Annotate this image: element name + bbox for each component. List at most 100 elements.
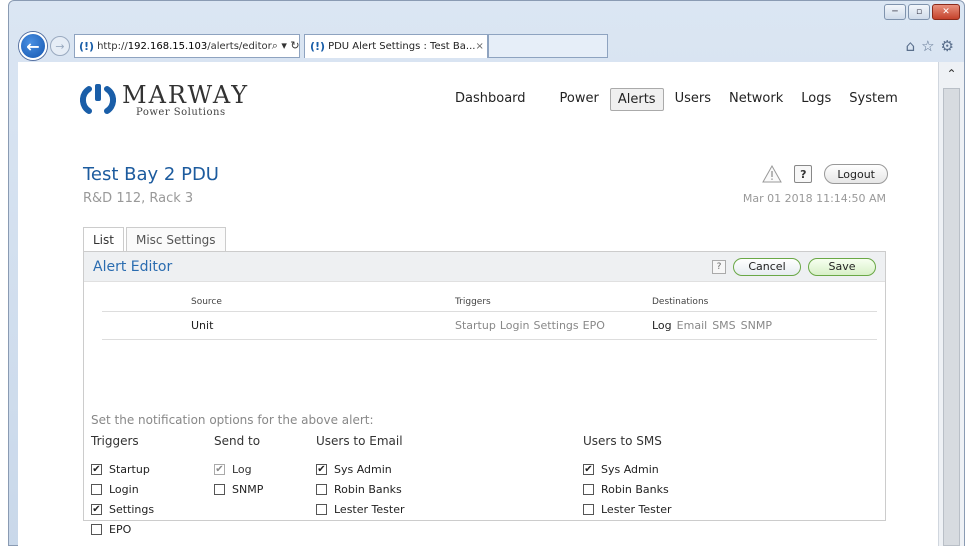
forward-button[interactable]: → [50,36,70,56]
checkbox-trigger-settings[interactable]: ✔ Settings [91,499,154,519]
checkbox-sms-robin-banks[interactable]: Robin Banks [583,479,672,499]
minimize-button[interactable]: ─ [884,4,906,20]
alert-table: Source Triggers Destinations Unit Startu… [102,292,877,340]
checkbox-sms-sys-admin[interactable]: ✔ Sys Admin [583,459,672,479]
nav-dashboard[interactable]: Dashboard [448,88,533,111]
logo-title: MARWAY [122,80,250,109]
nav-logs[interactable]: Logs [794,88,838,111]
checkbox-icon[interactable] [583,503,594,515]
header-triggers: Triggers [455,296,491,307]
triggers-heading: Triggers [91,434,139,448]
nav-alerts[interactable]: Alerts [609,88,664,111]
cancel-button[interactable]: Cancel [733,257,801,276]
save-button[interactable]: Save [808,257,876,276]
users-sms-heading: Users to SMS [583,434,662,448]
users-sms-group: Users to SMS ✔ Sys Admin Robin Banks Les… [583,434,672,519]
alert-editor-panel: Alert Editor ? Cancel Save Source Trigge… [83,251,886,536]
vertical-scrollbar[interactable]: ⌃ [938,62,964,546]
tab-power-icon: (!) [310,40,326,53]
tab-close-icon[interactable]: × [475,41,483,52]
checkbox-label: Sys Admin [334,462,392,476]
destination-log: Log [652,319,672,332]
address-tools-icon[interactable]: ⌕ ▾ ↻ [272,39,299,53]
header-actions: ? Logout [762,164,888,184]
destination-sms: SMS [712,319,736,332]
url-path: /alerts/editor [207,40,272,52]
header-destinations: Destinations [652,296,709,307]
window-controls: ─ ▫ ✕ [884,4,960,20]
send-to-group: Send to ✔ Log SNMP [214,434,263,499]
trigger-epo: EPO [582,319,605,332]
tab-misc-settings[interactable]: Misc Settings [125,227,226,251]
settings-gear-icon[interactable]: ⚙ [941,37,954,55]
favorites-star-icon[interactable]: ☆ [921,37,934,55]
send-to-heading: Send to [214,434,261,448]
checkbox-icon[interactable] [214,483,225,495]
trigger-settings: Settings [533,319,579,332]
checkbox-sms-lester-tester[interactable]: Lester Tester [583,499,672,519]
checkbox-icon[interactable]: ✔ [91,463,102,475]
browser-tab[interactable]: (!) PDU Alert Settings : Test Ba... × [304,34,488,58]
checkbox-icon[interactable]: ✔ [583,463,594,475]
nav-network[interactable]: Network [722,88,790,111]
close-window-button[interactable]: ✕ [932,4,960,20]
nav-power[interactable]: Power [553,88,606,111]
panel-header: Alert Editor ? Cancel Save [84,252,885,282]
checkbox-label: Lester Tester [601,502,672,516]
marway-logo[interactable]: MARWAY Power Solutions [80,82,249,118]
checkbox-trigger-epo[interactable]: EPO [91,519,154,539]
header-source: Source [191,296,222,307]
main-nav: Dashboard Power Alerts Users Network Log… [448,88,909,111]
nav-users[interactable]: Users [668,88,718,111]
checkbox-label: Log [232,462,252,476]
nav-system[interactable]: System [842,88,904,111]
checkbox-label: Settings [109,502,155,516]
scrollbar-thumb[interactable] [943,88,960,546]
site-power-icon: (!) [79,39,95,53]
help-button[interactable]: ? [794,165,813,183]
panel-help-button[interactable]: ? [712,259,726,274]
checkbox-icon[interactable] [91,523,102,535]
checkbox-trigger-startup[interactable]: ✔ Startup [91,459,154,479]
trigger-login: Login [499,319,530,332]
checkbox-icon[interactable] [91,483,102,495]
checkbox-label: Startup [109,462,150,476]
users-email-group: Users to Email ✔ Sys Admin Robin Banks L… [316,434,405,519]
checkbox-email-lester-tester[interactable]: Lester Tester [316,499,405,519]
url-prefix: http:// [97,40,128,52]
checkbox-icon[interactable]: ✔ [91,503,102,515]
checkbox-icon[interactable] [316,503,327,515]
scroll-up-icon[interactable]: ⌃ [939,62,964,86]
page-viewport: MARWAY Power Solutions Dashboard Power A… [18,62,938,546]
tab-list[interactable]: List [83,227,124,251]
destination-snmp: SNMP [740,319,772,332]
checkbox-label: Robin Banks [334,482,402,496]
checkbox-send-snmp[interactable]: SNMP [214,479,263,499]
checkbox-icon[interactable] [316,483,327,495]
page-subtitle: R&D 112, Rack 3 [83,191,194,206]
row-destinations: Log Email SMS SNMP [652,319,877,332]
checkbox-trigger-login[interactable]: Login [91,479,154,499]
checkbox-icon[interactable]: ✔ [316,463,327,475]
page-title: Test Bay 2 PDU [83,164,219,185]
checkbox-email-robin-banks[interactable]: Robin Banks [316,479,405,499]
users-email-heading: Users to Email [316,434,403,448]
warning-icon[interactable] [762,164,783,183]
maximize-button[interactable]: ▫ [908,4,930,20]
destination-email: Email [676,319,708,332]
checkbox-icon: ✔ [214,463,225,475]
checkbox-label: Robin Banks [601,482,669,496]
address-bar[interactable]: (!) http://192.168.15.103/alerts/editor … [74,34,300,58]
home-icon[interactable]: ⌂ [906,37,916,55]
panel-title: Alert Editor [93,258,173,275]
checkbox-label: Login [109,482,139,496]
back-button[interactable]: ← [19,32,47,60]
checkbox-icon[interactable] [583,483,594,495]
checkbox-email-sys-admin[interactable]: ✔ Sys Admin [316,459,405,479]
checkbox-label: EPO [109,522,132,536]
logout-button[interactable]: Logout [824,164,888,184]
new-tab-area[interactable] [488,34,608,58]
options-intro: Set the notification options for the abo… [91,413,374,427]
page-tabs: List Misc Settings [83,227,226,251]
table-row[interactable]: Unit Startup Login Settings EPO Log Email SMS… [102,312,877,340]
